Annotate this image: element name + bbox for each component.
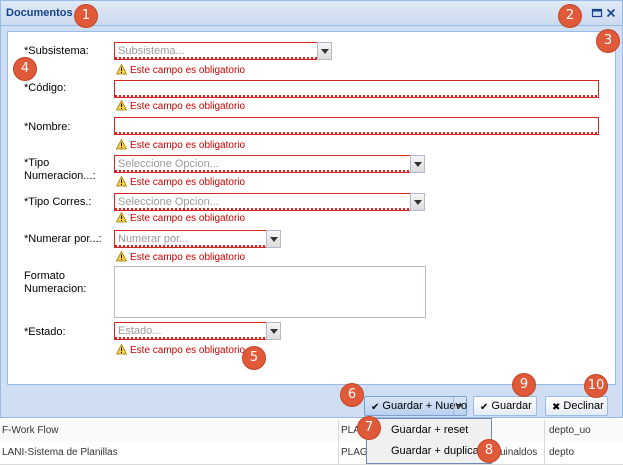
declinar-button[interactable]: ✖ Declinar bbox=[545, 396, 608, 416]
tipo-numeracion-placeholder: Seleccione Opcion... bbox=[118, 158, 219, 170]
check-icon: ✔ bbox=[480, 402, 489, 413]
warning-icon bbox=[116, 100, 127, 111]
codigo-error: Este campo es obligatorio bbox=[116, 100, 245, 112]
error-text: Este campo es obligatorio bbox=[130, 140, 246, 151]
grid-cell: F-Work Flow bbox=[2, 425, 59, 436]
window-title: Documentos bbox=[6, 7, 73, 19]
grid-cell: uinaldos bbox=[500, 447, 538, 458]
tipo-corres-error: Este campo es obligatorio bbox=[116, 212, 245, 224]
warning-icon bbox=[116, 64, 127, 75]
warning-icon bbox=[116, 176, 127, 187]
estado-dropdown-trigger[interactable] bbox=[266, 322, 281, 340]
callout-marker: 9 bbox=[513, 374, 535, 396]
error-text: Este campo es obligatorio bbox=[130, 101, 246, 112]
callout-marker: 3 bbox=[597, 30, 619, 52]
menu-item-guardar-duplicar[interactable]: Guardar + duplicar bbox=[391, 445, 482, 457]
tipo-corres-placeholder: Seleccione Opcion... bbox=[118, 196, 219, 208]
guardar-label: Guardar bbox=[491, 400, 532, 412]
close-icon[interactable] bbox=[605, 7, 617, 19]
warning-icon bbox=[116, 212, 127, 223]
tipo-numeracion-combo[interactable]: Seleccione Opcion... bbox=[114, 155, 411, 173]
numerar-por-placeholder: Numerar por... bbox=[118, 233, 189, 245]
error-text: Este campo es obligatorio bbox=[130, 177, 246, 188]
label-line: Formato bbox=[24, 270, 65, 282]
grid-row[interactable]: LANI-Sistema de Planillas PLAG uinaldos … bbox=[0, 442, 623, 465]
callout-marker: 5 bbox=[243, 347, 265, 369]
error-text: Este campo es obligatorio bbox=[130, 345, 246, 356]
callout-marker: 1 bbox=[75, 5, 97, 27]
tipo-corres-dropdown-trigger[interactable] bbox=[410, 193, 425, 211]
split-arrow-button[interactable] bbox=[453, 397, 466, 415]
tipo-numeracion-label: *Tipo Numeracion...: bbox=[24, 157, 96, 183]
tipo-numeracion-error: Este campo es obligatorio bbox=[116, 176, 245, 188]
tipo-corres-combo[interactable]: Seleccione Opcion... bbox=[114, 193, 411, 211]
error-text: Este campo es obligatorio bbox=[130, 213, 246, 224]
error-text: Este campo es obligatorio bbox=[130, 252, 246, 263]
grid-divider bbox=[544, 420, 545, 464]
warning-icon bbox=[116, 139, 127, 150]
formato-numeracion-label: Formato Numeracion: bbox=[24, 270, 86, 296]
estado-label: *Estado: bbox=[24, 326, 66, 338]
grid-cell: PLAG bbox=[341, 447, 368, 458]
maximize-icon[interactable] bbox=[591, 7, 603, 19]
subsistema-label: *Subsistema: bbox=[24, 45, 89, 57]
chevron-down-icon bbox=[321, 49, 329, 54]
estado-combo[interactable]: Estado... bbox=[114, 322, 267, 340]
label-line: Numeracion...: bbox=[24, 170, 96, 182]
chevron-down-icon bbox=[414, 200, 422, 205]
menu-item-guardar-reset[interactable]: Guardar + reset bbox=[391, 424, 468, 436]
estado-placeholder: Estado... bbox=[118, 325, 162, 337]
numerar-por-error: Este campo es obligatorio bbox=[116, 251, 245, 263]
callout-marker: 8 bbox=[478, 440, 500, 462]
chevron-down-icon bbox=[270, 329, 278, 334]
callout-marker: 2 bbox=[559, 5, 581, 27]
error-text: Este campo es obligatorio bbox=[130, 65, 246, 76]
declinar-label: Declinar bbox=[563, 400, 604, 412]
nombre-input[interactable] bbox=[114, 117, 599, 135]
callout-marker: 6 bbox=[341, 384, 363, 406]
tipo-corres-label: *Tipo Corres.: bbox=[24, 196, 92, 208]
grid-cell: depto bbox=[549, 447, 575, 458]
callout-marker: 7 bbox=[358, 417, 380, 439]
nombre-label: *Nombre: bbox=[24, 121, 71, 133]
grid-cell: depto_uo bbox=[549, 425, 591, 436]
estado-error: Este campo es obligatorio bbox=[116, 344, 245, 356]
callout-marker: 10 bbox=[585, 375, 607, 397]
chevron-down-icon bbox=[456, 404, 463, 408]
grid-divider bbox=[338, 420, 339, 464]
label-line: Numeracion: bbox=[24, 283, 87, 295]
guardar-options-menu: Guardar + reset Guardar + duplicar bbox=[366, 418, 492, 464]
nombre-error: Este campo es obligatorio bbox=[116, 139, 245, 151]
numerar-por-dropdown-trigger[interactable] bbox=[266, 230, 281, 248]
codigo-input[interactable] bbox=[114, 80, 599, 98]
subsistema-combo[interactable]: Subsistema... bbox=[114, 42, 319, 60]
guardar-button[interactable]: ✔ Guardar bbox=[473, 396, 537, 416]
subsistema-error: Este campo es obligatorio bbox=[116, 64, 245, 76]
chevron-down-icon bbox=[270, 237, 278, 242]
subsistema-placeholder: Subsistema... bbox=[118, 45, 185, 57]
numerar-por-combo[interactable]: Numerar por... bbox=[114, 230, 267, 248]
warning-icon bbox=[116, 344, 127, 355]
subsistema-dropdown-trigger[interactable] bbox=[317, 42, 332, 60]
check-icon: ✔ bbox=[371, 402, 380, 413]
tipo-numeracion-dropdown-trigger[interactable] bbox=[410, 155, 425, 173]
numerar-por-label: *Numerar por...: bbox=[24, 233, 102, 245]
formato-numeracion-textarea[interactable] bbox=[114, 266, 426, 318]
grid-cell: LANI-Sistema de Planillas bbox=[2, 447, 118, 458]
codigo-label: *Código: bbox=[24, 82, 67, 94]
callout-marker: 4 bbox=[14, 58, 36, 80]
warning-icon bbox=[116, 251, 127, 262]
grid-row[interactable]: F-Work Flow PLAG depto_uo bbox=[0, 420, 623, 443]
label-line: *Tipo bbox=[24, 157, 50, 169]
chevron-down-icon bbox=[414, 162, 422, 167]
guardar-nuevo-split-button[interactable]: ✔ Guardar + Nuevo bbox=[364, 396, 467, 416]
close-icon: ✖ bbox=[552, 402, 561, 413]
